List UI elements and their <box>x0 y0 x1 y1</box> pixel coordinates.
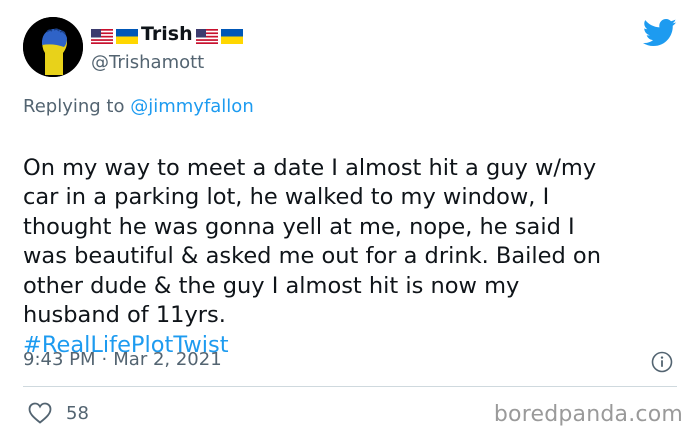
meta-separator: · <box>101 349 108 370</box>
user-handle[interactable]: @Trishamott <box>91 52 204 73</box>
ukraine-flag-icon <box>116 27 138 44</box>
watermark: boredpanda.com <box>493 402 683 427</box>
ukraine-flag-icon <box>220 27 243 44</box>
tweet-time: 9:43 PM <box>23 349 96 370</box>
us-flag-icon <box>195 27 218 44</box>
us-flag-icon <box>91 27 113 44</box>
tweet-timestamp[interactable]: 9:43 PM · Mar 2, 2021 <box>23 349 222 370</box>
like-action[interactable]: 58 <box>28 402 89 424</box>
replying-to-label: Replying to <box>23 96 125 117</box>
avatar[interactable] <box>23 17 83 77</box>
like-count: 58 <box>66 402 89 424</box>
twitter-bird-icon[interactable] <box>643 18 677 48</box>
tweet-text: On my way to meet a date I almost hit a … <box>23 154 601 329</box>
info-icon[interactable] <box>651 351 673 373</box>
display-name-row[interactable]: Trish <box>91 22 243 46</box>
heart-icon[interactable] <box>28 402 52 424</box>
reply-mention-link[interactable]: @jimmyfallon <box>130 96 254 117</box>
display-name: Trish <box>141 23 193 45</box>
replying-to: Replying to @jimmyfallon <box>23 96 254 117</box>
tweet-date: Mar 2, 2021 <box>113 349 222 370</box>
divider <box>23 386 677 387</box>
